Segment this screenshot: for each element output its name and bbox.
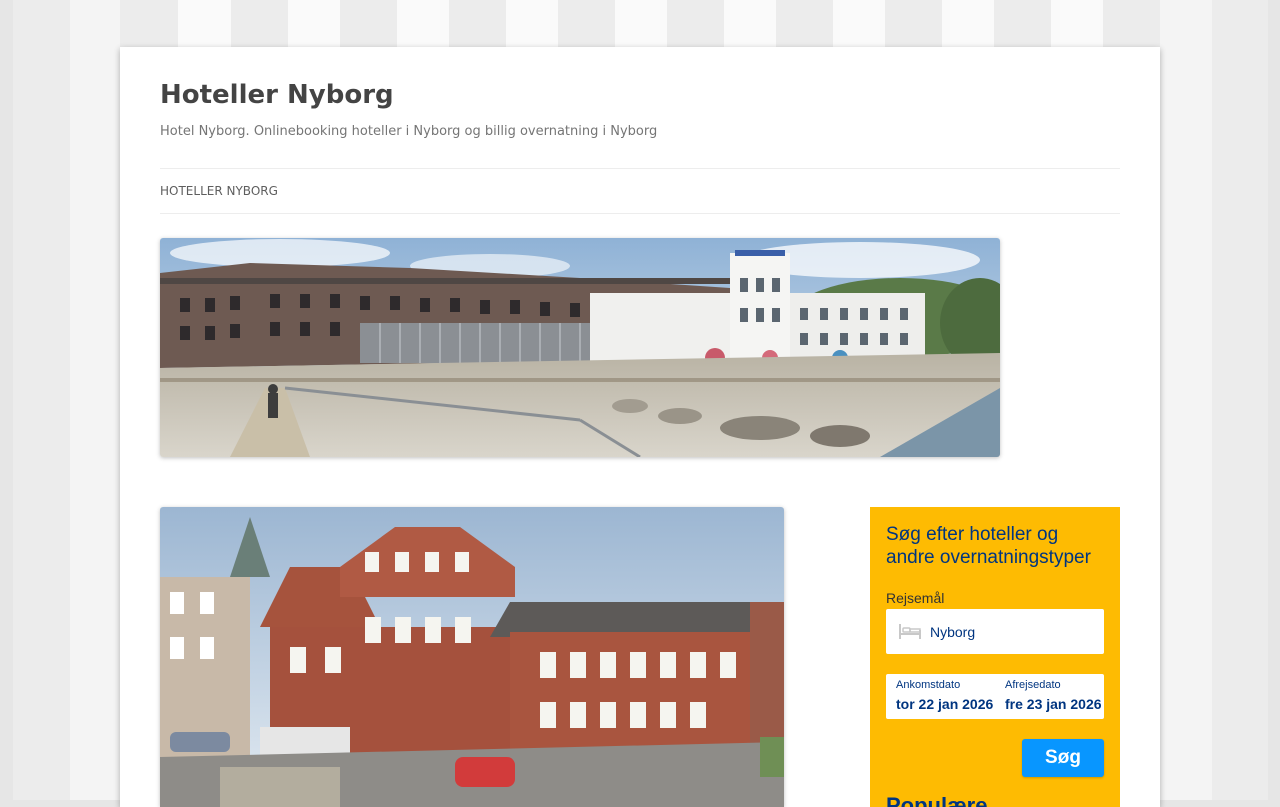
widget-title: Søg efter hoteller og andre overnatnings… <box>886 524 1091 568</box>
checkout-date-field[interactable]: Afrejsedato fre 23 jan 2026 <box>1005 674 1103 719</box>
header-photo-waterfront-hotel <box>160 238 1000 457</box>
destination-field[interactable]: Nyborg <box>886 609 1104 654</box>
main-navigation: HOTELLER NYBORG <box>160 168 1120 214</box>
background-stripe <box>1160 0 1212 800</box>
checkout-label: Afrejsedato <box>1005 679 1061 691</box>
checkin-date-field[interactable]: Ankomstdato tor 22 jan 2026 <box>896 674 996 719</box>
bed-icon <box>898 622 922 645</box>
site-container: Hoteller Nyborg Hotel Nyborg. Onlinebook… <box>120 47 1160 807</box>
featured-hotel-image[interactable] <box>160 507 784 807</box>
hotel-search-widget: Søg efter hoteller og andre overnatnings… <box>870 507 1120 807</box>
destination-label: Rejsemål <box>886 590 945 606</box>
site-title[interactable]: Hoteller Nyborg <box>160 77 394 113</box>
background-stripe <box>1212 0 1268 800</box>
date-range-field: Ankomstdato tor 22 jan 2026 Afrejsedato … <box>886 674 1104 719</box>
checkout-value[interactable]: fre 23 jan 2026 <box>1005 696 1102 712</box>
hotel-photo-brick-building <box>160 507 784 807</box>
checkin-label: Ankomstdato <box>896 679 961 691</box>
destination-input[interactable]: Nyborg <box>930 624 975 640</box>
background-stripe <box>13 0 70 800</box>
popular-heading: Populære <box>886 793 988 807</box>
checkin-value[interactable]: tor 22 jan 2026 <box>896 696 993 712</box>
nav-item-hoteller-nyborg[interactable]: HOTELLER NYBORG <box>160 182 278 200</box>
header-image <box>160 238 1000 457</box>
search-button[interactable]: Søg <box>1022 739 1104 777</box>
background-stripe <box>70 0 120 800</box>
site-description: Hotel Nyborg. Onlinebooking hoteller i N… <box>160 124 658 139</box>
